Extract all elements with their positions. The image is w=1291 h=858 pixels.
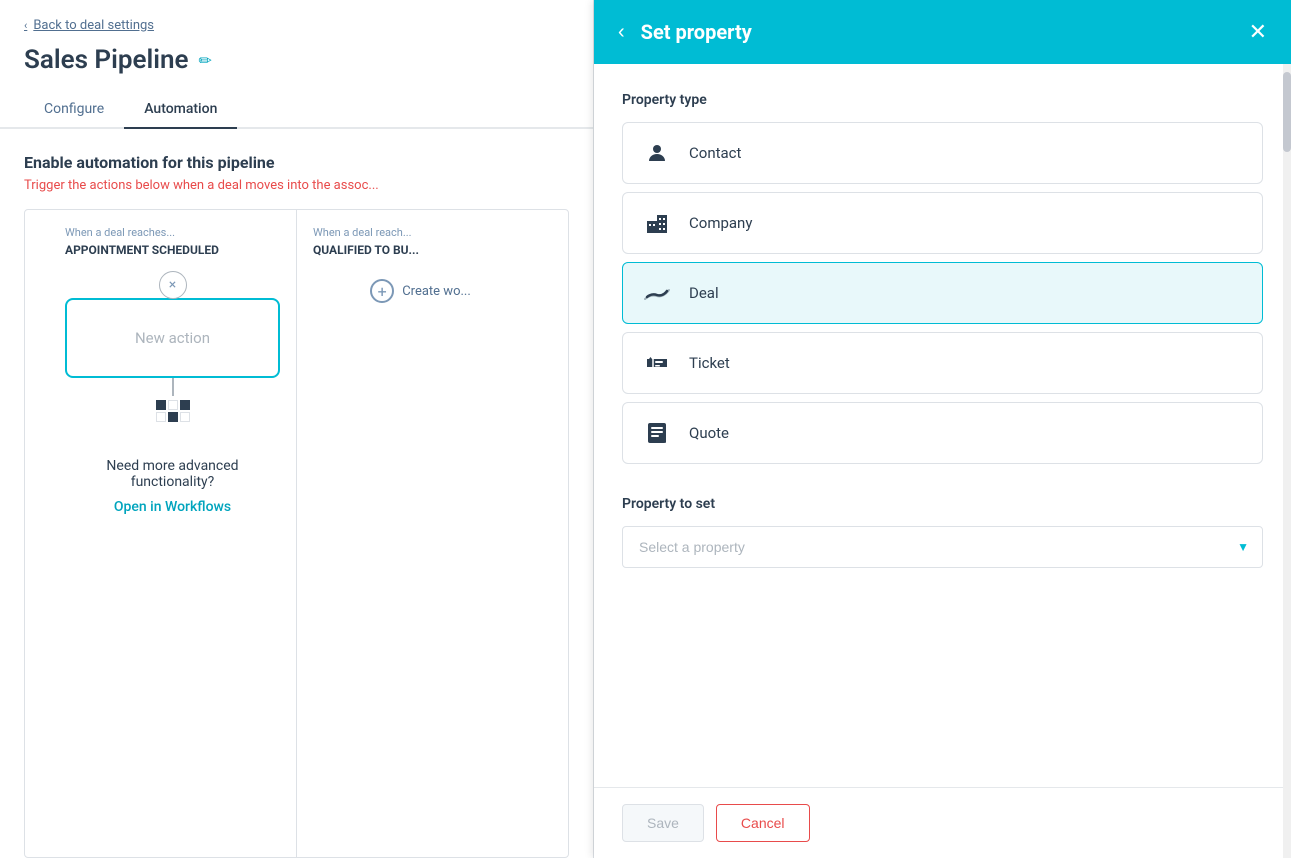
page-title: Sales Pipeline	[24, 45, 188, 75]
page-title-row: Sales Pipeline ✏	[0, 41, 593, 91]
advanced-section: Need more advanced functionality? Open i…	[65, 438, 280, 539]
close-icon: ✕	[1249, 19, 1267, 44]
col2-label: When a deal reach...	[313, 226, 412, 239]
company-label: Company	[689, 214, 752, 232]
plus-circle-icon: +	[370, 279, 394, 303]
panel-header: ‹ Set property ✕	[594, 0, 1291, 64]
property-type-list: Contact	[622, 122, 1263, 464]
ticket-icon	[641, 347, 673, 379]
tab-automation[interactable]: Automation	[124, 91, 237, 129]
save-button[interactable]: Save	[622, 804, 704, 842]
remove-action-button[interactable]: ×	[159, 271, 187, 299]
panel-close-button[interactable]: ✕	[1249, 21, 1267, 43]
panel-footer: Save Cancel	[594, 787, 1291, 858]
pipeline-col-qualified: When a deal reach... QUALIFIED TO BU... …	[297, 210, 544, 857]
property-to-set-label: Property to set	[622, 496, 1263, 512]
scrollbar-thumb[interactable]	[1283, 72, 1291, 152]
back-arrow-icon: ‹	[618, 21, 625, 43]
scrollbar-track	[1283, 64, 1291, 858]
panel-title: Set property	[641, 20, 1249, 44]
property-type-deal[interactable]: Deal	[622, 262, 1263, 324]
contact-label: Contact	[689, 144, 741, 162]
finish-cell	[168, 412, 178, 422]
finish-cell	[156, 412, 166, 422]
tabs-row: Configure Automation	[0, 91, 593, 129]
property-type-company[interactable]: Company	[622, 192, 1263, 254]
select-property-dropdown[interactable]: Select a property	[622, 526, 1263, 568]
property-type-ticket[interactable]: Ticket	[622, 332, 1263, 394]
col1-label: When a deal reaches...	[65, 226, 175, 239]
tab-configure[interactable]: Configure	[24, 91, 124, 129]
back-chevron-icon: ‹	[24, 19, 27, 32]
property-type-quote[interactable]: Quote	[622, 402, 1263, 464]
contact-icon	[641, 137, 673, 169]
edit-icon[interactable]: ✏	[198, 51, 211, 70]
finish-cell	[156, 400, 166, 410]
deal-icon	[641, 277, 673, 309]
back-to-deal-settings-link[interactable]: ‹ Back to deal settings	[0, 0, 593, 41]
property-type-contact[interactable]: Contact	[622, 122, 1263, 184]
select-property-wrapper: Select a property ▼	[622, 526, 1263, 568]
new-action-label: New action	[135, 329, 210, 347]
col2-stage: QUALIFIED TO BU...	[313, 243, 419, 257]
property-to-set-section: Property to set Select a property ▼	[622, 496, 1263, 568]
finish-cell	[168, 400, 178, 410]
quote-icon	[641, 417, 673, 449]
ticket-label: Ticket	[689, 354, 730, 372]
panel-back-button[interactable]: ‹	[618, 22, 625, 42]
pipeline-col-appointment: When a deal reaches... APPOINTMENT SCHED…	[49, 210, 297, 857]
property-type-label: Property type	[622, 92, 1263, 108]
deal-label: Deal	[689, 284, 719, 302]
new-action-box[interactable]: New action	[65, 298, 280, 378]
col1-stage: APPOINTMENT SCHEDULED	[65, 243, 219, 257]
panel-body: Property type Contact	[594, 64, 1291, 787]
automation-title: Enable automation for this pipeline	[24, 153, 569, 172]
quote-label: Quote	[689, 424, 729, 442]
open-in-workflows-link[interactable]: Open in Workflows	[114, 499, 231, 515]
create-workflow-button[interactable]: + Create wo...	[370, 271, 471, 311]
finish-icon	[156, 400, 190, 422]
back-link-label: Back to deal settings	[33, 18, 154, 33]
right-panel: ‹ Set property ✕ Property type Contact	[594, 0, 1291, 858]
finish-cell	[180, 400, 190, 410]
finish-cell	[180, 412, 190, 422]
advanced-text: Need more advanced functionality?	[89, 458, 256, 490]
close-icon: ×	[169, 277, 176, 293]
create-workflow-label: Create wo...	[402, 284, 471, 299]
new-action-container: × New action	[65, 271, 280, 422]
automation-subtitle: Trigger the actions below when a deal mo…	[24, 178, 569, 193]
connector-line	[172, 378, 174, 396]
pipeline-columns: When a deal reaches... APPOINTMENT SCHED…	[24, 209, 569, 858]
company-icon	[641, 207, 673, 239]
automation-section: Enable automation for this pipeline Trig…	[0, 129, 593, 209]
cancel-button[interactable]: Cancel	[716, 804, 810, 842]
left-panel: ‹ Back to deal settings Sales Pipeline ✏…	[0, 0, 594, 858]
